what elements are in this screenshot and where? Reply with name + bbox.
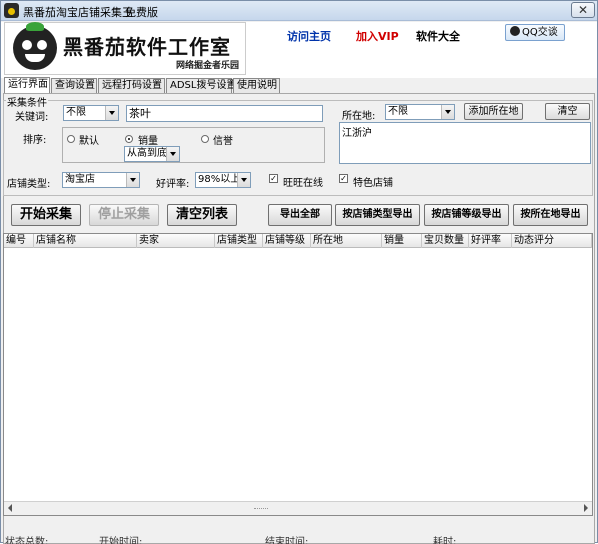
location-scope-select[interactable]: 不限 — [385, 104, 455, 120]
software-list-link[interactable]: 软件大全 — [416, 28, 460, 44]
sort-sales-label: 销量 — [138, 136, 158, 147]
keyword-input[interactable]: 茶叶 — [126, 105, 323, 122]
keyword-scope-select[interactable]: 不限 — [63, 105, 119, 121]
scroll-left-icon[interactable] — [8, 504, 12, 512]
title-bar[interactable]: 黑番茄淘宝店铺采集王 免费版 ✕ — [1, 1, 597, 21]
criteria-legend: 采集条件 — [6, 94, 48, 109]
keyword-label: 关键词: — [15, 112, 49, 123]
sort-order-value: 从高到底 — [127, 148, 167, 159]
shop-type-value: 淘宝店 — [65, 174, 95, 185]
clear-list-button[interactable]: 清空列表 — [167, 204, 237, 226]
sort-box — [62, 127, 325, 163]
wangwang-online-label: 旺旺在线 — [283, 178, 323, 189]
location-list-item[interactable]: 江浙沪 — [342, 128, 372, 139]
rating-select[interactable]: 98%以上 — [195, 172, 251, 188]
window-title: 黑番茄淘宝店铺采集王 — [23, 6, 133, 19]
sort-order-select[interactable]: 从高到底 — [124, 146, 180, 162]
edition-label: 免费版 — [125, 6, 158, 19]
sort-default-label: 默认 — [79, 136, 99, 147]
export-all-button[interactable]: 导出全部 — [268, 204, 332, 226]
tab-adsl-settings[interactable]: ADSL拨号设置 — [166, 78, 236, 94]
rating-label: 好评率: — [156, 179, 190, 190]
logo-title: 黑番茄软件工作室 — [63, 35, 231, 59]
join-vip-link[interactable]: 加入VIP — [356, 28, 399, 44]
column-header-item-count[interactable]: 宝贝数量 — [422, 234, 469, 248]
column-header-shop-type[interactable]: 店铺类型 — [215, 234, 263, 248]
status-total: 状态总数: — [5, 537, 49, 544]
visit-homepage-link[interactable]: 访问主页 — [287, 28, 331, 44]
sort-default-radio[interactable] — [67, 135, 75, 143]
location-label: 所在地: — [342, 111, 376, 122]
sort-sales-radio[interactable] — [125, 135, 133, 143]
column-header-location[interactable]: 所在地 — [311, 234, 382, 248]
results-table[interactable]: 编号 店铺名称 卖家 店铺类型 店铺等级 所在地 销量 宝贝数量 好评率 动态评… — [3, 233, 593, 516]
status-bar: 状态总数: 开始时间: 结束时间: 耗时: — [3, 533, 595, 544]
chevron-down-icon — [166, 147, 179, 161]
tab-instructions[interactable]: 使用说明 — [233, 78, 280, 94]
export-by-type-button[interactable]: 按店铺类型导出 — [335, 204, 420, 226]
column-header-id[interactable]: 编号 — [4, 234, 34, 248]
export-by-location-button[interactable]: 按所在地导出 — [513, 204, 588, 226]
horizontal-scrollbar[interactable] — [4, 501, 592, 515]
chevron-down-icon — [105, 106, 118, 120]
logo-slogan: 网络掘金者乐园 — [175, 61, 239, 71]
column-header-sales[interactable]: 销量 — [382, 234, 422, 248]
wangwang-online-checkbox[interactable]: ✓ — [269, 174, 278, 183]
chevron-down-icon — [441, 105, 454, 119]
location-scope-value: 不限 — [388, 106, 408, 117]
qq-chat-button[interactable]: QQ交谈 — [505, 24, 565, 41]
stop-collect-button[interactable]: 停止采集 — [89, 204, 159, 226]
column-header-shop-name[interactable]: 店铺名称 — [34, 234, 137, 248]
keyword-scope-value: 不限 — [66, 107, 86, 118]
table-header: 编号 店铺名称 卖家 店铺类型 店铺等级 所在地 销量 宝贝数量 好评率 动态评… — [4, 234, 592, 248]
sort-credit-radio[interactable] — [201, 135, 209, 143]
qq-penguin-icon — [510, 26, 520, 36]
status-end-time: 结束时间: — [265, 537, 309, 544]
sort-credit-label: 信誉 — [213, 136, 233, 147]
sort-label: 排序: — [23, 135, 47, 146]
chevron-down-icon — [126, 173, 139, 187]
status-start-time: 开始时间: — [99, 537, 143, 544]
add-location-button[interactable]: 添加所在地 — [464, 103, 523, 120]
tab-query-settings[interactable]: 查询设置 — [51, 78, 97, 94]
close-button[interactable]: ✕ — [571, 2, 595, 18]
tab-captcha-settings[interactable]: 远程打码设置 — [98, 78, 165, 94]
scroll-right-icon[interactable] — [584, 504, 588, 512]
featured-shop-label: 特色店铺 — [353, 178, 393, 189]
scroll-thumb[interactable] — [254, 508, 268, 510]
export-by-level-button[interactable]: 按店铺等级导出 — [424, 204, 509, 226]
shop-type-label: 店铺类型: — [7, 179, 51, 190]
column-header-rating[interactable]: 好评率 — [469, 234, 512, 248]
shop-type-select[interactable]: 淘宝店 — [62, 172, 140, 188]
chevron-down-icon — [237, 173, 250, 187]
column-header-shop-level[interactable]: 店铺等级 — [263, 234, 311, 248]
app-icon — [4, 3, 19, 18]
start-collect-button[interactable]: 开始采集 — [11, 204, 81, 226]
column-header-seller[interactable]: 卖家 — [137, 234, 215, 248]
app-window: 黑番茄淘宝店铺采集王 免费版 ✕ 黑番茄软件工作室 网络掘金者乐园 访问主页 加… — [0, 0, 598, 544]
location-list[interactable]: 江浙沪 — [339, 122, 591, 164]
tomato-mascot-icon — [13, 22, 57, 70]
featured-shop-checkbox[interactable]: ✓ — [339, 174, 348, 183]
studio-logo: 黑番茄软件工作室 网络掘金者乐园 — [4, 22, 246, 75]
tab-run[interactable]: 运行界面 — [4, 77, 50, 94]
close-icon: ✕ — [577, 3, 589, 17]
clear-location-button[interactable]: 清空 — [545, 103, 590, 120]
qq-chat-label: QQ交谈 — [522, 27, 558, 38]
rating-value: 98%以上 — [198, 174, 241, 185]
column-header-dynamic-score[interactable]: 动态评分 — [512, 234, 592, 248]
status-elapsed: 耗时: — [433, 537, 457, 544]
